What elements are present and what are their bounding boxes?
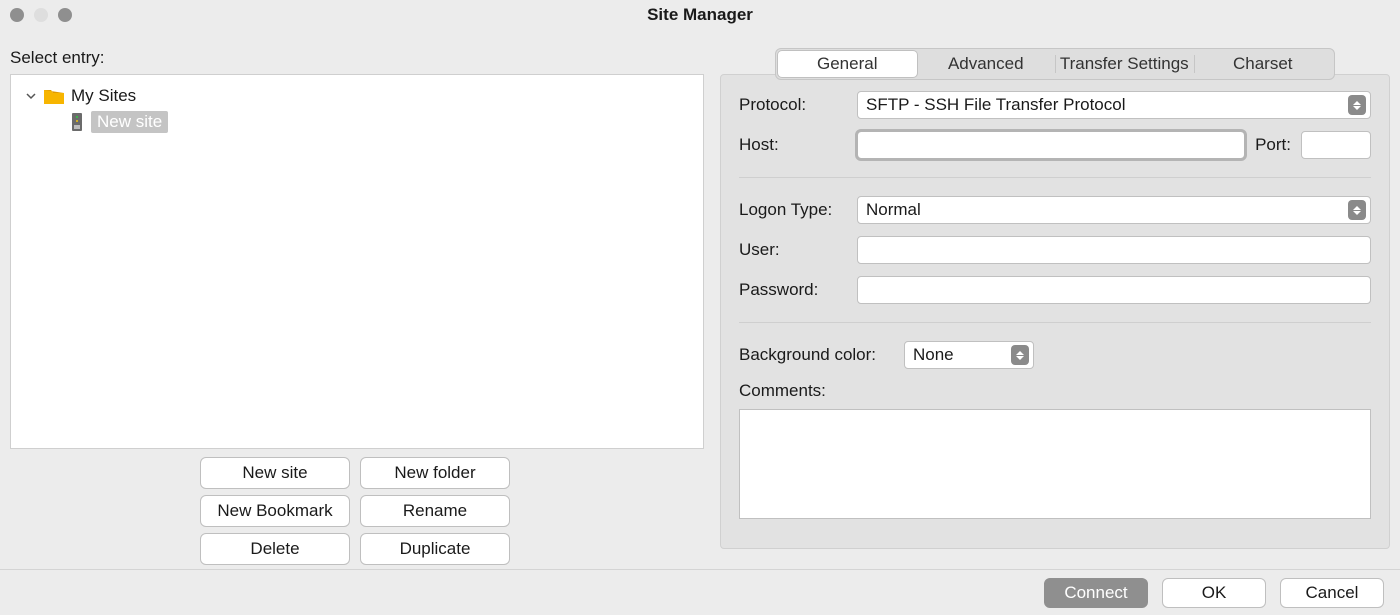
tab-general[interactable]: General bbox=[778, 51, 917, 77]
rename-button[interactable]: Rename bbox=[360, 495, 510, 527]
duplicate-button[interactable]: Duplicate bbox=[360, 533, 510, 565]
password-input[interactable] bbox=[857, 276, 1371, 304]
details-panel: General Advanced Transfer Settings Chars… bbox=[720, 36, 1390, 565]
user-label: User: bbox=[739, 240, 847, 260]
tree-row-site[interactable]: New site bbox=[11, 109, 703, 135]
tab-bar: General Advanced Transfer Settings Chars… bbox=[775, 48, 1335, 80]
titlebar: Site Manager bbox=[0, 0, 1400, 30]
comments-label: Comments: bbox=[739, 381, 1371, 401]
updown-icon bbox=[1348, 95, 1366, 115]
tree-root-label: My Sites bbox=[71, 86, 136, 106]
separator bbox=[739, 322, 1371, 323]
tree-site-label: New site bbox=[91, 111, 168, 133]
tab-advanced[interactable]: Advanced bbox=[917, 51, 1056, 77]
port-label: Port: bbox=[1255, 135, 1291, 155]
ok-button[interactable]: OK bbox=[1162, 578, 1266, 608]
logon-type-value: Normal bbox=[866, 200, 921, 220]
tab-transfer-settings[interactable]: Transfer Settings bbox=[1055, 51, 1194, 77]
new-bookmark-button[interactable]: New Bookmark bbox=[200, 495, 350, 527]
delete-button[interactable]: Delete bbox=[200, 533, 350, 565]
entry-buttons: New site New folder New Bookmark Rename … bbox=[200, 457, 510, 565]
password-label: Password: bbox=[739, 280, 847, 300]
dialog-footer: Connect OK Cancel bbox=[0, 569, 1400, 615]
general-tab-form: Protocol: SFTP - SSH File Transfer Proto… bbox=[720, 74, 1390, 549]
maximize-icon[interactable] bbox=[58, 8, 72, 22]
site-tree[interactable]: My Sites New site bbox=[10, 74, 704, 449]
host-label: Host: bbox=[739, 135, 847, 155]
connect-button[interactable]: Connect bbox=[1044, 578, 1148, 608]
updown-icon bbox=[1011, 345, 1029, 365]
host-input[interactable] bbox=[857, 131, 1245, 159]
window-controls bbox=[10, 8, 72, 22]
tab-charset[interactable]: Charset bbox=[1194, 51, 1333, 77]
chevron-down-icon[interactable] bbox=[25, 90, 37, 102]
background-color-label: Background color: bbox=[739, 345, 894, 365]
user-input[interactable] bbox=[857, 236, 1371, 264]
select-entry-label: Select entry: bbox=[10, 48, 704, 68]
port-input[interactable] bbox=[1301, 131, 1371, 159]
server-icon bbox=[69, 112, 85, 132]
protocol-label: Protocol: bbox=[739, 95, 847, 115]
close-icon[interactable] bbox=[10, 8, 24, 22]
entries-panel: Select entry: My Sites bbox=[10, 36, 704, 565]
comments-textarea[interactable] bbox=[739, 409, 1371, 519]
updown-icon bbox=[1348, 200, 1366, 220]
protocol-select[interactable]: SFTP - SSH File Transfer Protocol bbox=[857, 91, 1371, 119]
protocol-value: SFTP - SSH File Transfer Protocol bbox=[866, 95, 1125, 115]
logon-type-label: Logon Type: bbox=[739, 200, 847, 220]
cancel-button[interactable]: Cancel bbox=[1280, 578, 1384, 608]
background-color-select[interactable]: None bbox=[904, 341, 1034, 369]
logon-type-select[interactable]: Normal bbox=[857, 196, 1371, 224]
minimize-icon[interactable] bbox=[34, 8, 48, 22]
new-folder-button[interactable]: New folder bbox=[360, 457, 510, 489]
new-site-button[interactable]: New site bbox=[200, 457, 350, 489]
separator bbox=[739, 177, 1371, 178]
folder-icon bbox=[43, 87, 65, 105]
tree-row-root[interactable]: My Sites bbox=[11, 83, 703, 109]
background-color-value: None bbox=[913, 345, 954, 365]
window-title: Site Manager bbox=[0, 5, 1400, 25]
